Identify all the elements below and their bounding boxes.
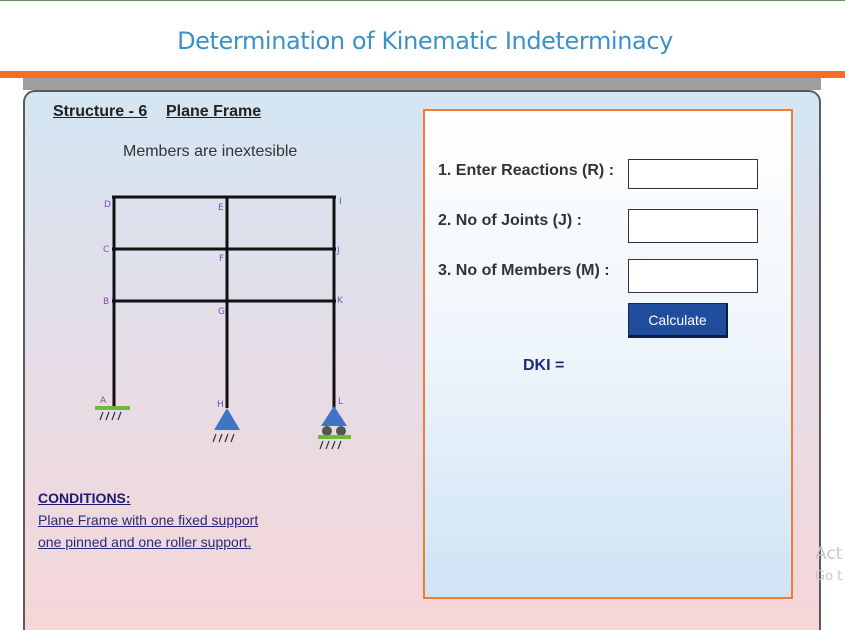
dki-result: DKI =: [523, 357, 565, 374]
joint-label-f: F: [219, 254, 224, 264]
joint-label-j: J: [336, 246, 340, 256]
joint-label-d: D: [104, 200, 111, 210]
frame-diagram: A B C D E F G H I J K L: [95, 195, 351, 450]
pinned-support-icon: [212, 408, 240, 443]
joint-label-g: G: [218, 307, 225, 317]
joint-label-k: K: [337, 296, 344, 306]
joint-label-i: I: [339, 197, 342, 207]
header: Determination of Kinematic Indeterminacy: [0, 1, 845, 71]
joint-label-h: H: [217, 400, 224, 410]
members-input[interactable]: [628, 259, 758, 293]
reactions-input[interactable]: [628, 159, 758, 189]
page-title: Determination of Kinematic Indeterminacy: [177, 27, 673, 55]
joint-label-a: A: [100, 396, 107, 406]
joint-label-l: L: [338, 397, 343, 407]
reactions-label: 1. Enter Reactions (R) :: [438, 162, 615, 179]
structure-type-heading: Plane Frame: [166, 103, 262, 120]
members-label: 3. No of Members (M) :: [438, 262, 610, 279]
joint-label-c: C: [103, 245, 109, 255]
conditions-line-2: one pinned and one roller support.: [38, 534, 252, 550]
watermark-line-1: Act: [815, 544, 843, 564]
conditions-line-1: Plane Frame with one fixed support: [38, 512, 259, 528]
conditions-heading: CONDITIONS:: [38, 490, 131, 506]
joint-label-e: E: [218, 203, 224, 213]
accent-bar: [0, 71, 845, 78]
structure-number-heading: Structure - 6: [53, 103, 148, 120]
roller-support-icon: [318, 406, 351, 450]
joints-label: 2. No of Joints (J) :: [438, 212, 582, 229]
joint-label-b: B: [103, 297, 109, 307]
fixed-support-icon: [95, 406, 130, 421]
watermark-line-2: Go t: [815, 569, 843, 584]
structure-note: Members are inextesible: [123, 143, 298, 160]
panel-top-bar: [23, 78, 821, 90]
joints-input[interactable]: [628, 209, 758, 243]
calculate-button[interactable]: Calculate: [628, 303, 728, 338]
